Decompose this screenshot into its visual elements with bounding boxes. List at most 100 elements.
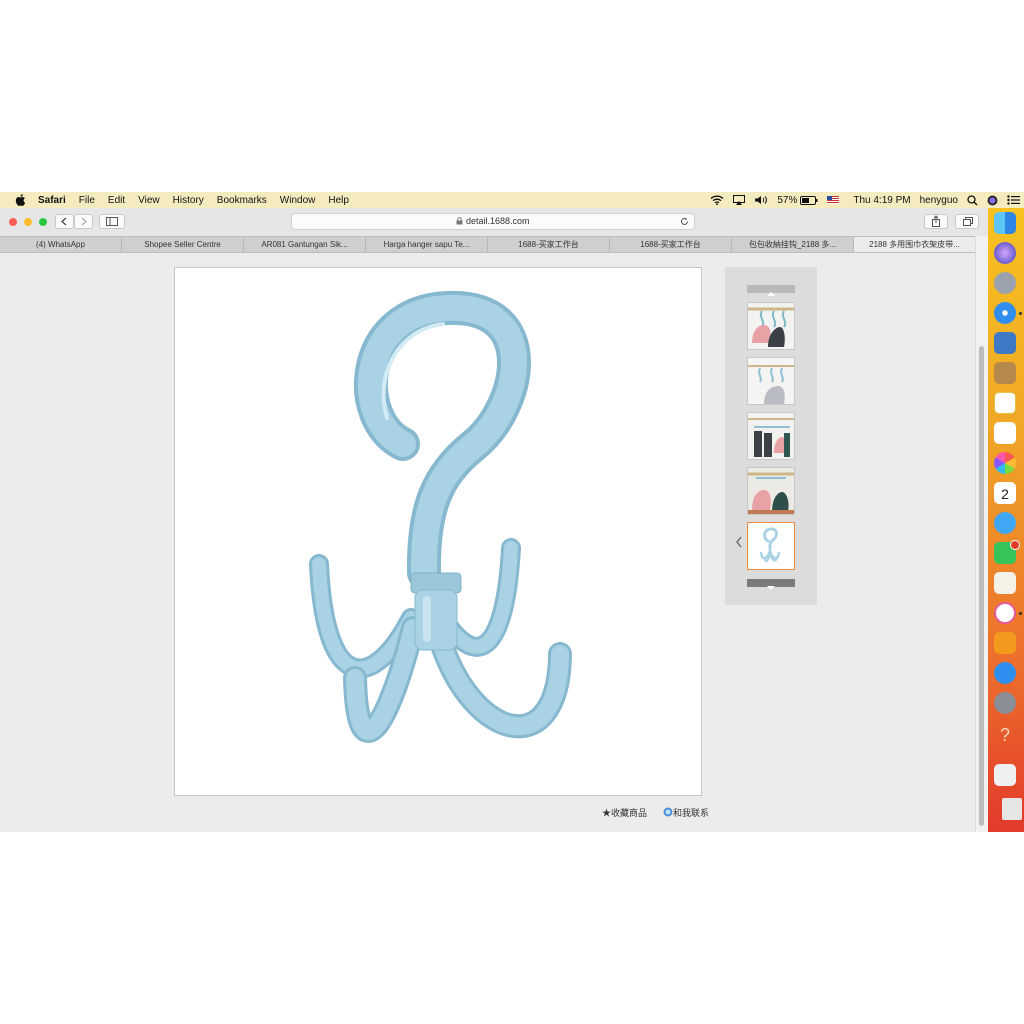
tab-1688-workbench-2[interactable]: 1688-买家工作台 <box>610 237 732 252</box>
back-button[interactable] <box>55 214 74 229</box>
thumbnail-2[interactable] <box>747 357 795 405</box>
calendar-icon[interactable]: 2 <box>994 482 1016 504</box>
tab-ar081[interactable]: AR081 Gantungan Sik... <box>244 237 366 252</box>
menu-help[interactable]: Help <box>328 195 349 206</box>
tab-harga-hanger[interactable]: Harga hanger sapu Te... <box>366 237 488 252</box>
battery-percent: 57% <box>777 194 798 206</box>
menu-window[interactable]: Window <box>280 195 316 206</box>
minimize-window-button[interactable] <box>24 218 32 226</box>
tab-overview-button[interactable] <box>955 214 979 229</box>
share-button[interactable] <box>924 214 948 229</box>
sidebar-icon <box>106 217 118 226</box>
page-scrollbar[interactable] <box>975 236 988 832</box>
us-flag-icon[interactable] <box>827 196 840 204</box>
caret-up-icon <box>767 292 775 296</box>
safari-icon[interactable] <box>994 302 1016 324</box>
tabs-icon <box>963 217 973 226</box>
siri-dock-icon[interactable] <box>994 242 1016 264</box>
ibooks-icon[interactable] <box>994 632 1016 654</box>
menu-bar: Safari File Edit View History Bookmarks … <box>0 192 1024 208</box>
itunes-running-dot <box>1019 612 1022 615</box>
dock: 2 ? <box>988 208 1024 832</box>
contact-seller-label: 和我联系 <box>673 808 710 818</box>
tab-scarf-hanger[interactable]: 2188 多用围巾衣架皮带... <box>854 237 976 252</box>
siri-icon[interactable] <box>987 195 998 206</box>
scrollbar-thumb[interactable] <box>979 346 984 826</box>
notification-center-icon[interactable] <box>1007 195 1020 205</box>
messages-icon[interactable] <box>994 512 1016 534</box>
forward-button[interactable] <box>74 214 93 229</box>
close-window-button[interactable] <box>9 218 17 226</box>
address-url: detail.1688.com <box>465 216 530 226</box>
browser-toolbar: detail.1688.com <box>0 208 988 236</box>
finder-icon[interactable] <box>994 212 1016 234</box>
menu-user[interactable]: henyguo <box>920 195 958 206</box>
contact-seller-link[interactable]: 和我联系 <box>663 806 725 819</box>
menu-bookmarks[interactable]: Bookmarks <box>217 195 267 206</box>
itunes-icon[interactable] <box>994 602 1016 624</box>
sidebar-button[interactable] <box>99 214 125 229</box>
downloads-stack-icon[interactable] <box>1002 798 1022 820</box>
tab-shopee-seller[interactable]: Shopee Seller Centre <box>122 237 244 252</box>
battery-icon[interactable] <box>800 195 818 205</box>
tab-whatsapp[interactable]: (4) WhatsApp <box>0 237 122 252</box>
notes-icon[interactable] <box>994 392 1016 414</box>
menu-history[interactable]: History <box>173 195 204 206</box>
hook-hanger-image <box>309 290 572 743</box>
reload-icon[interactable] <box>680 217 689 226</box>
caret-down-icon <box>767 586 775 590</box>
thumbnail-4-image <box>748 468 794 514</box>
calendar-day: 2 <box>1001 486 1009 502</box>
tab-bar: (4) WhatsApp Shopee Seller Centre AR081 … <box>0 236 988 253</box>
airplay-icon[interactable] <box>733 195 746 205</box>
wifi-icon[interactable] <box>710 195 724 205</box>
zoom-window-button[interactable] <box>39 218 47 226</box>
page-content: ★收藏商品 和我联系 <box>0 253 975 832</box>
thumbnail-3[interactable] <box>747 412 795 460</box>
product-actions: ★收藏商品 和我联系 <box>602 806 741 819</box>
thumbnail-1[interactable] <box>747 302 795 350</box>
thumbnail-5-image <box>748 523 794 569</box>
thumbnail-strip <box>725 267 817 605</box>
safari-running-dot <box>1019 312 1022 315</box>
tab-bag-hook[interactable]: 包包收納挂钩_2188 多... <box>732 237 854 252</box>
menu-edit[interactable]: Edit <box>108 195 125 206</box>
thumbs-up-button[interactable] <box>747 285 795 296</box>
chat-bubble-icon <box>663 807 673 817</box>
thumbnail-3-image <box>748 413 794 459</box>
thumbs-down-button[interactable] <box>747 579 795 590</box>
favorite-product-link[interactable]: ★收藏商品 <box>602 806 647 819</box>
screen: Safari File Edit View History Bookmarks … <box>0 192 1024 832</box>
share-icon <box>932 215 940 227</box>
menu-app-name[interactable]: Safari <box>38 195 66 206</box>
volume-icon[interactable] <box>754 195 768 205</box>
chevron-left-icon <box>61 217 67 226</box>
chevron-right-icon <box>81 217 87 226</box>
product-main-image[interactable] <box>174 267 702 796</box>
thumbnail-5-selected[interactable] <box>747 522 795 570</box>
app-store-icon[interactable] <box>994 662 1016 684</box>
spotlight-search-icon[interactable] <box>967 194 978 206</box>
menu-file[interactable]: File <box>79 195 95 206</box>
photos-viewer-icon[interactable] <box>994 332 1016 354</box>
thumbnail-2-image <box>748 358 794 404</box>
status-area: 57% Thu 4:19 PM henyguo <box>701 192 1020 208</box>
system-preferences-icon[interactable] <box>994 692 1016 714</box>
trash-icon[interactable] <box>994 764 1016 786</box>
tab-1688-workbench-1[interactable]: 1688-买家工作台 <box>488 237 610 252</box>
launchpad-icon[interactable] <box>994 272 1016 294</box>
contacts-icon[interactable] <box>994 362 1016 384</box>
facetime-badge <box>1010 540 1020 550</box>
apple-icon[interactable] <box>14 194 28 206</box>
thumbnail-4[interactable] <box>747 467 795 515</box>
prev-image-arrow-icon[interactable] <box>734 535 744 549</box>
photos-icon[interactable] <box>994 452 1016 474</box>
menu-view[interactable]: View <box>138 195 160 206</box>
thumbnail-1-image <box>748 303 794 349</box>
unknown-app-icon[interactable]: ? <box>994 724 1016 746</box>
textedit-icon[interactable] <box>994 572 1016 594</box>
menu-clock[interactable]: Thu 4:19 PM <box>853 195 910 206</box>
lock-icon <box>456 217 463 225</box>
reminders-icon[interactable] <box>994 422 1016 444</box>
address-bar[interactable]: detail.1688.com <box>291 213 695 230</box>
